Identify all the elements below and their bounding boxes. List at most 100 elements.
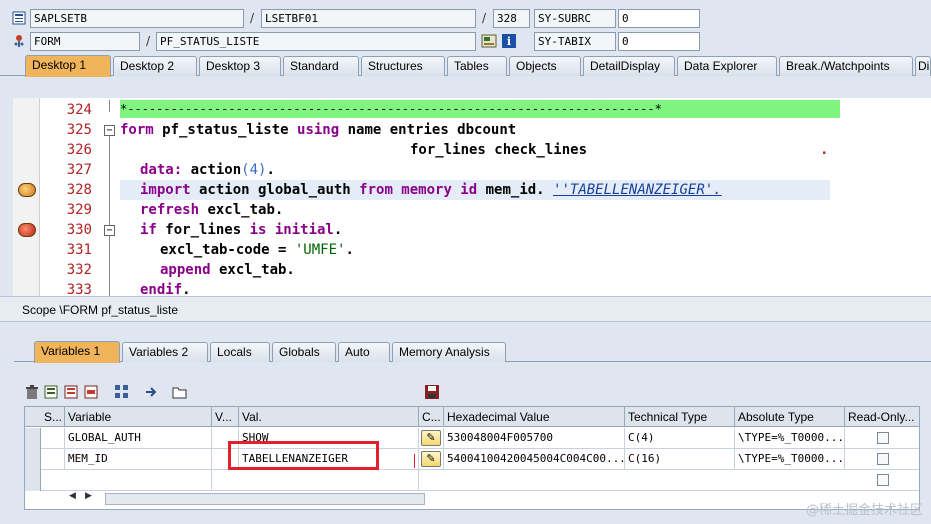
row-selector[interactable] [25,449,41,470]
insert-row-icon[interactable] [44,384,60,400]
variable-cell[interactable]: MEM_ID [65,449,212,470]
read-only-checkbox[interactable] [877,453,889,465]
tab-auto[interactable]: Auto [338,342,390,362]
variables-grid[interactable]: S... Variable V... Val. C... Hexadecimal… [24,406,920,510]
info-icon[interactable]: i [501,34,517,48]
col-header-variable[interactable]: Variable [65,407,212,427]
col-header-hex[interactable]: Hexadecimal Value [444,407,625,427]
hex-cell[interactable]: 54004100420045004C004C00... [444,449,625,470]
breakpoint-gutter[interactable] [13,98,40,296]
edit-pencil-icon[interactable]: ✎ [421,451,441,467]
col-header-absolute-type[interactable]: Absolute Type [735,407,845,427]
line-number: 324 [66,102,92,118]
open-folder-icon[interactable] [172,384,188,400]
header-row-event: FORM / PF_STATUS_LISTE i SY-TABIX 0 [0,31,931,53]
row-selector[interactable] [25,428,41,449]
tab-structures[interactable]: Structures [361,56,445,76]
read-only-cell [845,470,919,491]
code-line-326: for_lines check_lines [410,140,587,160]
line-field[interactable]: 328 [493,9,530,28]
header-separator: / [482,11,487,25]
line-number: 327 [66,162,92,178]
variable-cell[interactable] [65,470,212,491]
tab-detaildisplay[interactable]: DetailDisplay [583,56,675,76]
sysubrc-value[interactable]: 0 [618,9,700,28]
hierarchy-icon[interactable] [114,384,130,400]
table-row[interactable] [25,470,919,491]
transfer-icon[interactable] [144,384,160,400]
technical-type-cell: C(4) [625,428,735,449]
col-header-technical-type[interactable]: Technical Type [625,407,735,427]
code-line-327: data: action(4). [140,160,275,180]
scroll-right-icon[interactable]: ▶ [85,491,92,501]
status-cell [41,428,65,449]
delete-icon[interactable] [24,384,40,400]
tab-data-explorer[interactable]: Data Explorer [677,56,777,76]
code-paren: ( [241,162,250,178]
tab-memory-analysis[interactable]: Memory Analysis [392,342,506,362]
table-row[interactable]: GLOBAL_AUTH SHOW ✎ 530048004F005700 C(4)… [25,428,919,449]
row-selector[interactable] [25,470,41,491]
header-separator: / [250,11,255,25]
code-text: . [333,222,343,238]
program-icon [12,11,26,25]
tab-objects[interactable]: Objects [509,56,581,76]
event-type-field[interactable]: FORM [30,32,140,51]
col-header-v[interactable]: V... [212,407,239,427]
fold-toggle-icon[interactable]: − [104,225,115,236]
edit-pencil-icon[interactable]: ✎ [421,430,441,446]
tab-breakpoints-watchpoints[interactable]: Break./Watchpoints [779,56,913,76]
fold-toggle-icon[interactable]: − [104,125,115,136]
scope-bar: Scope \FORM pf_status_liste [0,296,931,322]
save-icon[interactable] [424,384,440,400]
tab-more[interactable]: Di [915,56,931,76]
fold-guide [109,100,110,112]
line-number: 326 [66,142,92,158]
program-field[interactable]: SAPLSETB [30,9,244,28]
include-field[interactable]: LSETBF01 [261,9,476,28]
status-cell [41,449,65,470]
hex-cell[interactable]: 530048004F005700 [444,428,625,449]
display-object-icon[interactable] [481,34,497,48]
tab-variables-2[interactable]: Variables 2 [122,342,208,362]
read-only-checkbox[interactable] [877,432,889,444]
text-cursor [414,454,415,468]
tab-desktop-3[interactable]: Desktop 3 [199,56,281,76]
table-row[interactable]: MEM_ID TABELLENANZEIGER ✎ 54004100420045… [25,449,919,470]
tab-standard[interactable]: Standard [283,56,359,76]
variable-cell[interactable]: GLOBAL_AUTH [65,428,212,449]
line-number: 325 [66,122,92,138]
code-text: for_lines [156,222,250,238]
scroll-left-icon[interactable]: ◀ [69,491,76,501]
line-number: 332 [66,262,92,278]
remove-row-icon[interactable] [84,384,100,400]
tab-tables[interactable]: Tables [447,56,507,76]
code-text: name entries dbcount [339,122,517,138]
event-name-field[interactable]: PF_STATUS_LISTE [156,32,476,51]
code-text: . [266,162,275,178]
scope-text: Scope \FORM pf_status_liste [22,303,179,317]
col-header-read-only[interactable]: Read-Only... [845,407,919,427]
tab-variables-1[interactable]: Variables 1 [34,341,120,363]
code-line-332: append excl_tab. [160,260,295,280]
stop-breakpoint-icon[interactable] [18,223,36,237]
keyword: import [140,182,191,198]
read-only-checkbox[interactable] [877,474,889,486]
sytabix-value[interactable]: 0 [618,32,700,51]
session-breakpoint-icon[interactable] [18,183,36,197]
tab-desktop-2[interactable]: Desktop 2 [113,56,197,76]
tab-desktop-1[interactable]: Desktop 1 [25,55,111,77]
tab-globals[interactable]: Globals [272,342,336,362]
tab-locals[interactable]: Locals [210,342,270,362]
col-header-status[interactable]: S... [41,407,65,427]
scroll-track[interactable] [105,493,425,505]
line-number: 329 [66,202,92,218]
col-header-change[interactable]: C... [419,407,444,427]
copy-row-icon[interactable] [64,384,80,400]
change-cell: ✎ [419,428,444,449]
col-header-value[interactable]: Val. [239,407,419,427]
change-cell: ✎ [419,449,444,470]
horizontal-scrollbar[interactable]: ◀ ▶ [69,491,429,507]
value-cell[interactable] [239,470,419,491]
code-text: action [182,162,242,178]
